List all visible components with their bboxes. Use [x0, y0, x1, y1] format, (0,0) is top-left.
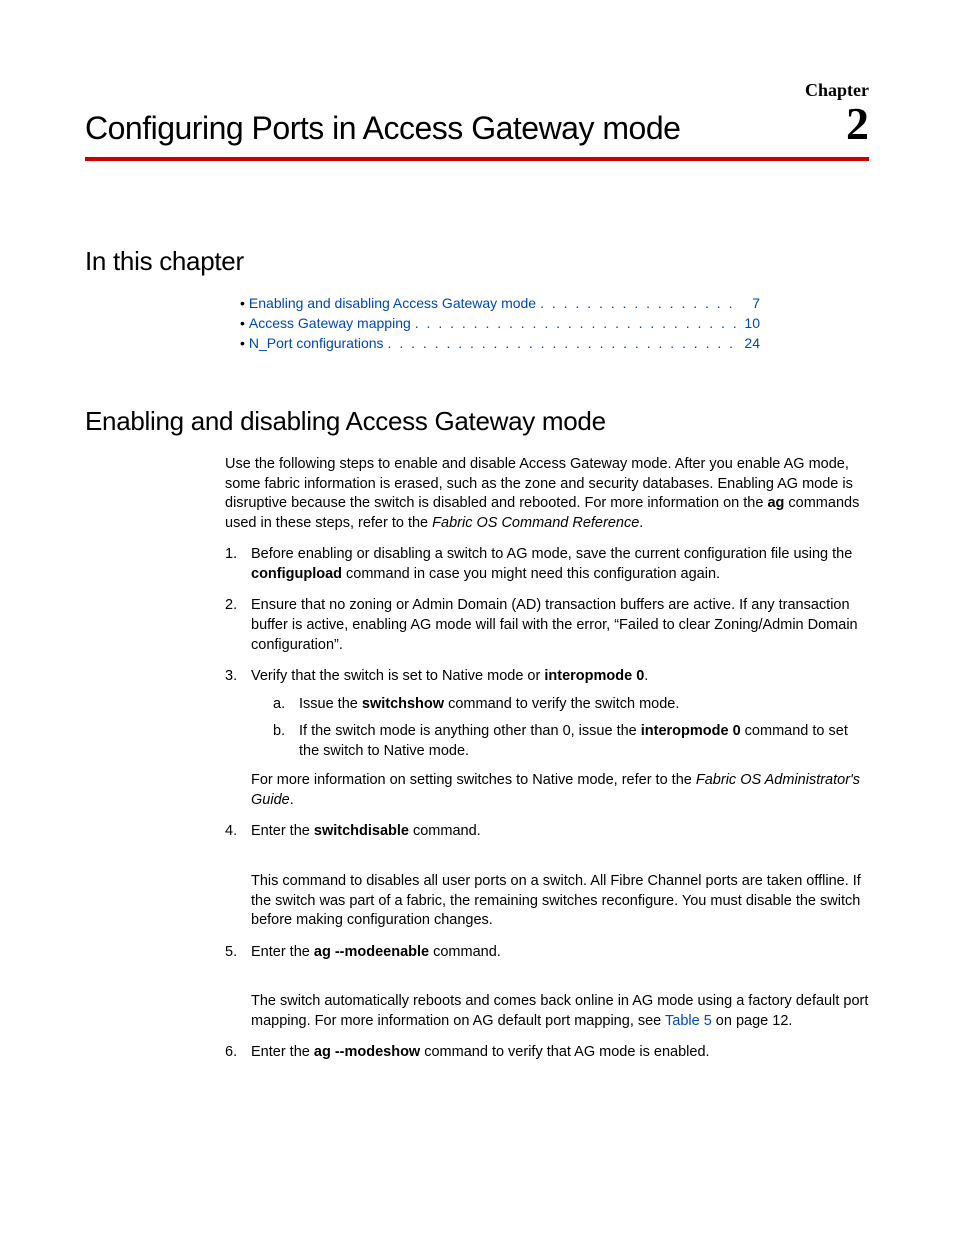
bullet-icon: •: [240, 315, 245, 331]
text: on page 12.: [712, 1013, 793, 1029]
text: Before enabling or disabling a switch to…: [251, 546, 852, 562]
substep-item: a. Issue the switchshow command to verif…: [273, 695, 869, 715]
step-item: 1. Before enabling or disabling a switch…: [225, 545, 869, 584]
toc-row: • Access Gateway mapping . . . . . . . .…: [240, 315, 760, 331]
doc-ref: Fabric OS Command Reference: [432, 515, 639, 531]
step-description: The switch automatically reboots and com…: [251, 992, 869, 1031]
chapter-word: Chapter: [805, 80, 869, 100]
text: For more information on setting switches…: [251, 772, 696, 788]
step-description: This command to disables all user ports …: [251, 872, 869, 931]
text: .: [639, 515, 643, 531]
step-list: 1. Before enabling or disabling a switch…: [225, 545, 869, 1063]
step-item: 6. Enter the ag ‑‑modeshow command to ve…: [225, 1043, 869, 1063]
toc-row: • N_Port configurations . . . . . . . . …: [240, 335, 760, 351]
text: command to verify the switch mode.: [444, 696, 679, 712]
text: Issue the: [299, 696, 362, 712]
intro-paragraph: Use the following steps to enable and di…: [225, 455, 869, 533]
step-number: 4.: [225, 822, 251, 930]
substep-number: b.: [273, 722, 299, 761]
chapter-number: 2: [846, 101, 869, 147]
substep-item: b. If the switch mode is anything other …: [273, 722, 869, 761]
text: command to verify that AG mode is enable…: [420, 1044, 709, 1060]
step-body: Enter the switchdisable command. This co…: [251, 822, 869, 930]
step-body: Ensure that no zoning or Admin Domain (A…: [251, 596, 869, 655]
page: Chapter Configuring Ports in Access Gate…: [0, 0, 954, 1235]
text: command.: [409, 823, 481, 839]
toc-page[interactable]: 10: [736, 315, 760, 331]
text: Verify that the switch is set to Native …: [251, 668, 544, 684]
substep-list: a. Issue the switchshow command to verif…: [273, 695, 869, 762]
step-number: 2.: [225, 596, 251, 655]
step-item: 2. Ensure that no zoning or Admin Domain…: [225, 596, 869, 655]
table-ref-link[interactable]: Table 5: [665, 1013, 712, 1029]
chapter-label-block: Chapter: [85, 80, 869, 101]
command-text: ag: [767, 495, 784, 511]
step-note: For more information on setting switches…: [251, 771, 869, 810]
toc-link[interactable]: Enabling and disabling Access Gateway mo…: [249, 295, 536, 311]
toc-leader: . . . . . . . . . . . . . . . . . . . . …: [411, 315, 736, 331]
step-number: 5.: [225, 943, 251, 1032]
toc-link[interactable]: Access Gateway mapping: [249, 315, 411, 331]
text: .: [290, 792, 294, 808]
text: Enter the: [251, 823, 314, 839]
toc-page[interactable]: 7: [736, 295, 760, 311]
bullet-icon: •: [240, 335, 245, 351]
step-body: Enter the ag ‑‑modeenable command. The s…: [251, 943, 869, 1032]
substep-body: If the switch mode is anything other tha…: [299, 722, 869, 761]
command-text: switchshow: [362, 696, 444, 712]
text: Use the following steps to enable and di…: [225, 456, 853, 511]
bullet-icon: •: [240, 295, 245, 311]
section-heading: Enabling and disabling Access Gateway mo…: [85, 406, 869, 437]
substep-number: a.: [273, 695, 299, 715]
text: Enter the: [251, 944, 314, 960]
command-text: ag ‑‑modeshow: [314, 1044, 420, 1060]
step-number: 6.: [225, 1043, 251, 1063]
step-number: 1.: [225, 545, 251, 584]
text: Ensure that no zoning or Admin Domain (A…: [251, 597, 858, 652]
command-text: interopmode 0: [641, 723, 741, 739]
body-content: Use the following steps to enable and di…: [225, 455, 869, 1063]
toc-leader: . . . . . . . . . . . . . . . . . . . . …: [384, 335, 736, 351]
step-item: 5. Enter the ag ‑‑modeenable command. Th…: [225, 943, 869, 1032]
step-item: 3. Verify that the switch is set to Nati…: [225, 667, 869, 810]
step-body: Before enabling or disabling a switch to…: [251, 545, 869, 584]
text: Enter the: [251, 1044, 314, 1060]
toc-row: • Enabling and disabling Access Gateway …: [240, 295, 760, 311]
toc-heading: In this chapter: [85, 246, 869, 277]
chapter-header: Configuring Ports in Access Gateway mode…: [85, 101, 869, 161]
chapter-title: Configuring Ports in Access Gateway mode: [85, 110, 680, 147]
toc-leader: . . . . . . . . . . . . . . . . . . . . …: [536, 295, 736, 311]
text: .: [644, 668, 648, 684]
command-text: ag ‑‑modeenable: [314, 944, 429, 960]
toc: • Enabling and disabling Access Gateway …: [240, 295, 869, 351]
toc-page[interactable]: 24: [736, 335, 760, 351]
step-item: 4. Enter the switchdisable command. This…: [225, 822, 869, 930]
toc-link[interactable]: N_Port configurations: [249, 335, 384, 351]
command-text: switchdisable: [314, 823, 409, 839]
step-number: 3.: [225, 667, 251, 810]
text: If the switch mode is anything other tha…: [299, 723, 641, 739]
substep-body: Issue the switchshow command to verify t…: [299, 695, 869, 715]
command-text: interopmode 0: [544, 668, 644, 684]
command-text: configupload: [251, 566, 342, 582]
text: command.: [429, 944, 501, 960]
text: command in case you might need this conf…: [342, 566, 720, 582]
step-body: Verify that the switch is set to Native …: [251, 667, 869, 810]
step-body: Enter the ag ‑‑modeshow command to verif…: [251, 1043, 869, 1063]
